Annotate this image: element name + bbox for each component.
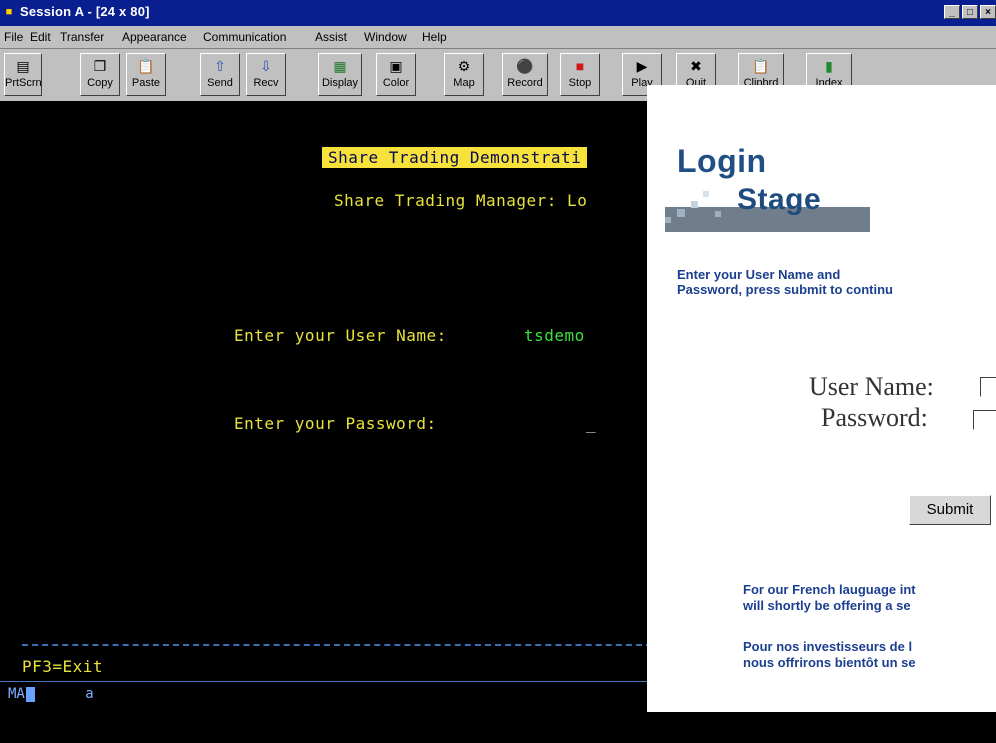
menu-help[interactable]: Help: [422, 30, 447, 44]
menu-edit[interactable]: Edit: [30, 30, 51, 44]
menu-assist[interactable]: Assist: [315, 30, 347, 44]
record-icon: ⚫: [516, 58, 534, 74]
menu-file[interactable]: File: [4, 30, 23, 44]
copy-icon: ❐: [93, 58, 107, 74]
terminal-divider: [22, 644, 652, 646]
menu-appearance[interactable]: Appearance: [122, 30, 187, 44]
oia-indicator: a: [85, 686, 94, 702]
receive-icon: ⇩: [260, 58, 272, 74]
minimize-button[interactable]: _: [944, 5, 960, 19]
login-instructions: Enter your User Name and Password, press…: [677, 267, 893, 297]
window-controls: _ □ ×: [944, 5, 996, 19]
record-button[interactable]: ⚫ Record: [502, 53, 548, 96]
close-button[interactable]: ×: [980, 5, 996, 19]
menu-transfer[interactable]: Transfer: [60, 30, 104, 44]
send-icon: ⇧: [214, 58, 226, 74]
clipboard-icon: 📋: [752, 58, 770, 74]
prtscrn-button[interactable]: ▤ PrtScrn: [4, 53, 42, 96]
paste-button[interactable]: 📋 Paste: [126, 53, 166, 96]
system-menu-icon[interactable]: ■: [3, 6, 15, 18]
submit-button[interactable]: Submit: [909, 495, 991, 525]
terminal-username-field[interactable]: tsdemo: [524, 326, 585, 345]
logo-stage-text: Stage: [737, 183, 822, 216]
display-button[interactable]: ▦ Display: [318, 53, 362, 96]
terminal-password-label: Enter your Password:: [234, 414, 437, 433]
title-bar: ■ Session A - [24 x 80] _ □ ×: [0, 0, 996, 26]
login-web-page: Login Stage Enter your User Name and Pas…: [647, 85, 996, 712]
quit-icon: ✖: [690, 58, 702, 74]
window-title: Session A - [24 x 80]: [20, 4, 150, 19]
web-username-input[interactable]: [980, 377, 996, 397]
send-button[interactable]: ⇧ Send: [200, 53, 240, 96]
cursor-block-icon: [25, 686, 35, 702]
map-icon: ⚙: [457, 58, 471, 74]
index-icon: ▮: [825, 58, 833, 74]
logo-login-text: Login: [677, 143, 767, 179]
maximize-button[interactable]: □: [962, 5, 978, 19]
recv-button[interactable]: ⇩ Recv: [246, 53, 286, 96]
menu-communication[interactable]: Communication: [203, 30, 286, 44]
terminal-pf-keys: PF3=Exit: [22, 657, 104, 676]
terminal-subtitle: Share Trading Manager: Lo: [334, 191, 588, 210]
map-button[interactable]: ⚙ Map: [444, 53, 484, 96]
oia-session: MA: [8, 686, 25, 702]
terminal-banner: Share Trading Demonstrati: [322, 147, 588, 168]
web-password-input[interactable]: [973, 410, 996, 430]
web-username-label: User Name:: [809, 372, 934, 401]
operator-info-area: MA a: [8, 686, 94, 702]
stop-icon: ■: [575, 58, 585, 74]
color-button[interactable]: ▣ Color: [376, 53, 416, 96]
terminal-password-field[interactable]: _: [586, 414, 596, 433]
paste-icon: 📋: [137, 58, 155, 74]
display-icon: ▦: [333, 58, 347, 74]
menu-bar: File Edit Transfer Appearance Communicat…: [0, 26, 996, 49]
french-notice-french: Pour nos investisseurs de l nous offriro…: [743, 639, 916, 670]
color-icon: ▣: [389, 58, 403, 74]
terminal-username-label: Enter your User Name:: [234, 326, 447, 345]
copy-button[interactable]: ❐ Copy: [80, 53, 120, 96]
play-icon: ▶: [636, 58, 648, 74]
menu-window[interactable]: Window: [364, 30, 407, 44]
stop-button[interactable]: ■ Stop: [560, 53, 600, 96]
web-password-label: Password:: [821, 403, 928, 432]
french-notice-english: For our French lauguage int will shortly…: [743, 582, 916, 613]
print-screen-icon: ▤: [16, 58, 30, 74]
